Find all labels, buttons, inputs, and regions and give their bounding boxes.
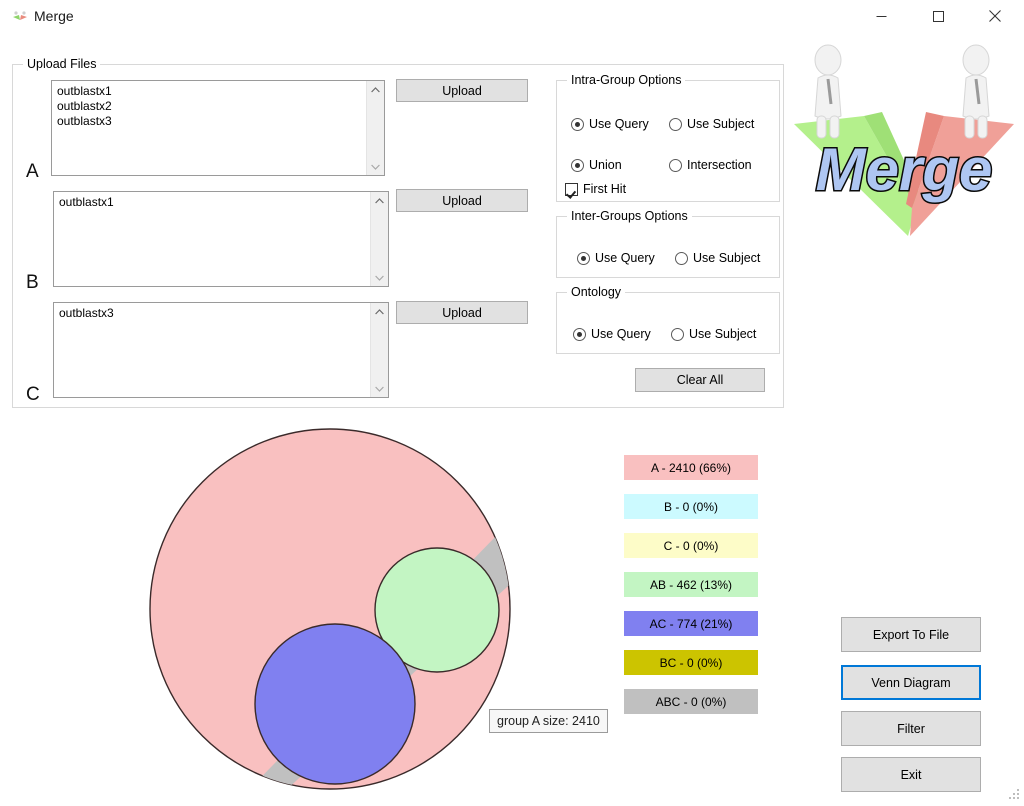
venn-region-ac[interactable]	[254, 623, 416, 785]
resize-grip[interactable]	[1007, 787, 1021, 801]
radio-ontology-use-subject-label: Use Subject	[689, 327, 757, 341]
legend-item-a[interactable]: A - 2410 (66%)	[624, 455, 758, 480]
chevron-up-icon[interactable]	[367, 81, 384, 98]
merge-app-icon	[12, 9, 28, 25]
legend-label-a: A - 2410 (66%)	[650, 460, 732, 475]
legend-label-abc: ABC - 0 (0%)	[655, 694, 727, 709]
legend-item-c[interactable]: C - 0 (0%)	[624, 533, 758, 558]
radio-inter-use-subject[interactable]: Use Subject	[675, 251, 760, 265]
radio-ontology-use-subject[interactable]: Use Subject	[671, 327, 756, 341]
file-list-a-scrollbar[interactable]	[366, 81, 384, 175]
legend-label-b: B - 0 (0%)	[663, 499, 718, 514]
file-list-c[interactable]: outblastx3	[53, 302, 389, 398]
clear-all-button[interactable]: Clear All	[635, 368, 765, 392]
export-to-file-button[interactable]: Export To File	[841, 617, 981, 652]
venn-legend: A - 2410 (66%) B - 0 (0%) C - 0 (0%) AB …	[624, 455, 758, 728]
radio-dot-icon	[573, 327, 586, 341]
ontology-options: Ontology Use Query Use Subject	[556, 285, 780, 354]
intra-group-options: Intra-Group Options Use Query Use Subjec…	[556, 73, 780, 202]
maximize-icon[interactable]	[915, 0, 961, 32]
radio-intra-intersection-label: Intersection	[687, 158, 752, 172]
legend-label-bc: BC - 0 (0%)	[659, 655, 723, 670]
chevron-down-icon[interactable]	[367, 158, 384, 175]
row-label-a: A	[26, 161, 39, 182]
chevron-up-icon[interactable]	[371, 192, 388, 209]
legend-label-c: C - 0 (0%)	[663, 538, 719, 553]
radio-dot-icon	[577, 251, 590, 265]
row-label-c: C	[26, 384, 40, 405]
legend-item-abc[interactable]: ABC - 0 (0%)	[624, 689, 758, 714]
venn-tooltip: group A size: 2410	[489, 709, 608, 733]
radio-dot-icon	[669, 117, 682, 131]
venn-diagram-canvas[interactable]	[140, 424, 530, 803]
radio-intra-use-subject[interactable]: Use Subject	[669, 117, 754, 131]
radio-intra-use-subject-label: Use Subject	[687, 117, 755, 131]
checkmark-icon	[565, 182, 578, 196]
radio-ontology-use-query[interactable]: Use Query	[573, 327, 651, 341]
radio-inter-use-subject-label: Use Subject	[693, 251, 761, 265]
radio-dot-icon	[671, 327, 684, 341]
window-title: Merge	[34, 8, 74, 24]
chevron-down-icon[interactable]	[371, 380, 388, 397]
radio-intra-use-query[interactable]: Use Query	[571, 117, 649, 131]
radio-intra-union[interactable]: Union	[571, 158, 622, 172]
checkbox-first-hit[interactable]: First Hit	[565, 182, 626, 196]
minimize-icon[interactable]	[858, 0, 904, 32]
venn-diagram-button[interactable]: Venn Diagram	[841, 665, 981, 700]
intra-group-options-title: Intra-Group Options	[567, 73, 686, 87]
radio-ontology-use-query-label: Use Query	[591, 327, 651, 341]
upload-button-a[interactable]: Upload	[396, 79, 528, 102]
venn-tooltip-text: group A size: 2410	[497, 714, 600, 728]
radio-dot-icon	[675, 251, 688, 265]
chevron-up-icon[interactable]	[371, 303, 388, 320]
close-icon[interactable]	[972, 0, 1018, 32]
radio-inter-use-query[interactable]: Use Query	[577, 251, 655, 265]
ontology-options-title: Ontology	[567, 285, 626, 299]
merge-logo: Merge	[784, 32, 1024, 280]
logo-text: Merge	[816, 136, 993, 203]
file-list-b[interactable]: outblastx1	[53, 191, 389, 287]
radio-intra-intersection[interactable]: Intersection	[669, 158, 752, 172]
upload-files-group-title: Upload Files	[23, 57, 101, 71]
upload-button-b[interactable]: Upload	[396, 189, 528, 212]
radio-dot-icon	[669, 158, 682, 172]
radio-intra-union-label: Union	[589, 158, 622, 172]
file-list-a[interactable]: outblastx1 outblastx2 outblastx3	[51, 80, 385, 176]
inter-groups-options: Inter-Groups Options Use Query Use Subje…	[556, 209, 780, 278]
legend-item-ab[interactable]: AB - 462 (13%)	[624, 572, 758, 597]
legend-item-bc[interactable]: BC - 0 (0%)	[624, 650, 758, 675]
legend-item-ac[interactable]: AC - 774 (21%)	[624, 611, 758, 636]
radio-dot-icon	[571, 158, 584, 172]
radio-inter-use-query-label: Use Query	[595, 251, 655, 265]
legend-item-b[interactable]: B - 0 (0%)	[624, 494, 758, 519]
radio-dot-icon	[571, 117, 584, 131]
radio-intra-use-query-label: Use Query	[589, 117, 649, 131]
file-list-b-scrollbar[interactable]	[370, 192, 388, 286]
file-list-c-scrollbar[interactable]	[370, 303, 388, 397]
file-list-a-text: outblastx1 outblastx2 outblastx3	[57, 84, 112, 128]
checkbox-first-hit-label: First Hit	[583, 182, 627, 196]
row-label-b: B	[26, 272, 39, 293]
legend-label-ab: AB - 462 (13%)	[649, 577, 733, 592]
chevron-down-icon[interactable]	[371, 269, 388, 286]
inter-groups-options-title: Inter-Groups Options	[567, 209, 692, 223]
filter-button[interactable]: Filter	[841, 711, 981, 746]
upload-button-c[interactable]: Upload	[396, 301, 528, 324]
legend-label-ac: AC - 774 (21%)	[649, 616, 733, 631]
title-bar: Merge	[0, 0, 1024, 33]
exit-button[interactable]: Exit	[841, 757, 981, 792]
file-list-c-text: outblastx3	[59, 306, 114, 320]
file-list-b-text: outblastx1	[59, 195, 114, 209]
